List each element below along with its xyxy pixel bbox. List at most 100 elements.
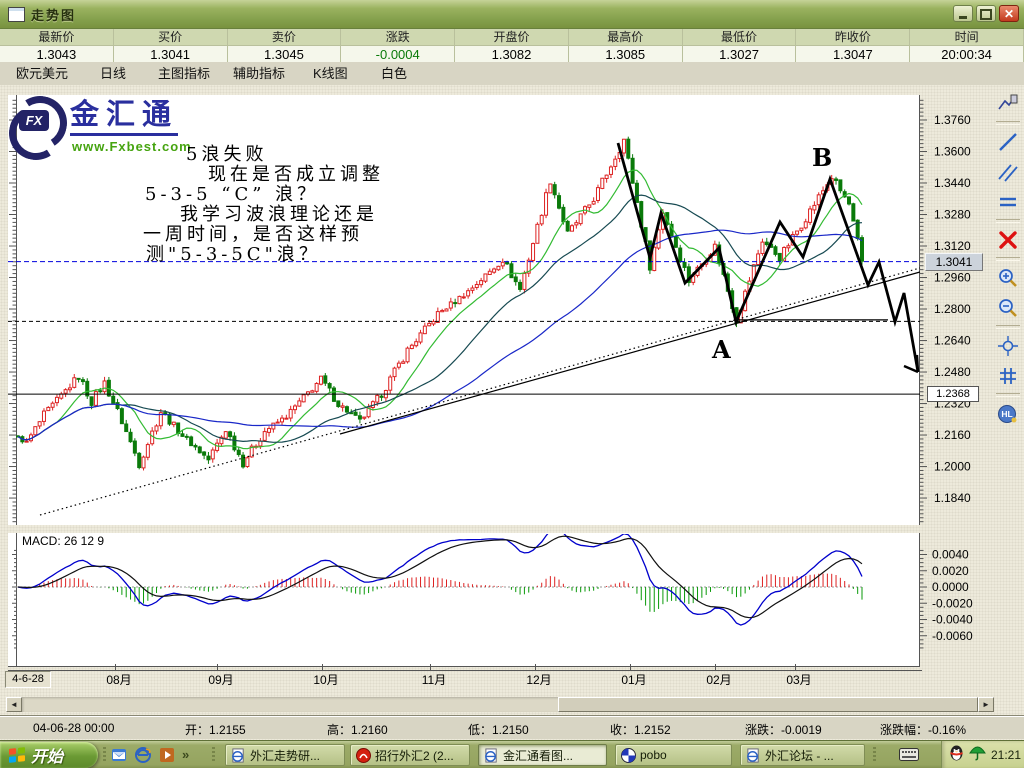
- desktop: { "window": { "title": "走势图" }, "quote_b…: [0, 0, 1024, 768]
- quick-launch-overflow-chevron[interactable]: »: [182, 747, 189, 762]
- svg-text:10月: 10月: [313, 673, 338, 687]
- menu-item-6[interactable]: 白色: [377, 62, 411, 84]
- svg-text:03月: 03月: [786, 673, 811, 687]
- system-tray: 21:21: [941, 741, 1024, 768]
- zoom-in-tool-icon[interactable]: [996, 266, 1020, 290]
- parallel-lines-tool-icon[interactable]: [996, 160, 1020, 184]
- taskbar-task-5[interactable]: 外汇论坛 - ...: [740, 744, 865, 766]
- quote-column-5: 开盘价1.3082: [455, 29, 569, 62]
- status-field-4: 低：1.2150: [468, 721, 529, 738]
- quote-label: 卖价: [228, 29, 341, 46]
- task-label: 外汇走势研...: [250, 747, 320, 764]
- media-player-icon[interactable]: [158, 746, 175, 763]
- antivirus-umbrella-tray-icon[interactable]: [969, 745, 986, 766]
- menu-item-3[interactable]: 主图指标: [154, 62, 214, 84]
- horizontal-lines-tool-icon[interactable]: [996, 190, 1020, 214]
- menu-item-4[interactable]: 辅助指标: [229, 62, 289, 84]
- svg-text:1.2640: 1.2640: [934, 334, 971, 348]
- wave-label-a[interactable]: A: [712, 335, 731, 364]
- taskbar: 开始 » 外汇走势研... 招行外汇2 (2... 金汇通看图... pobo 外汇论坛…: [0, 740, 1024, 768]
- start-button[interactable]: 开始: [0, 742, 98, 768]
- quote-column-6: 最高价1.3085: [569, 29, 683, 62]
- svg-text:1.2800: 1.2800: [934, 302, 971, 316]
- horizontal-scrollbar[interactable]: ◄ ►: [6, 697, 994, 712]
- svg-text:1.2960: 1.2960: [934, 271, 971, 285]
- zoom-out-tool-icon[interactable]: [996, 296, 1020, 320]
- menu-item-2[interactable]: 日线: [96, 62, 130, 84]
- svg-text:02月: 02月: [706, 673, 731, 687]
- segment-draw-tool-icon[interactable]: [996, 92, 1020, 116]
- scrollbar-thumb[interactable]: [558, 697, 978, 712]
- svg-text:1.1840: 1.1840: [934, 491, 971, 505]
- status-field-2: 开：1.2155: [185, 721, 246, 738]
- status-field-3: 高：1.2160: [327, 721, 388, 738]
- close-button[interactable]: ✕: [999, 5, 1019, 22]
- quote-label: 昨收价: [796, 29, 909, 46]
- quote-value: -0.0004: [341, 46, 454, 63]
- svg-text:09月: 09月: [208, 673, 233, 687]
- wave-label-b[interactable]: B: [812, 143, 832, 172]
- quote-column-3: 卖价1.3045: [228, 29, 342, 62]
- drawing-toolbar: HL: [994, 89, 1022, 429]
- trendline-tool-icon[interactable]: [996, 130, 1020, 154]
- quote-label: 时间: [910, 29, 1023, 46]
- crosshair-tool-icon[interactable]: [996, 334, 1020, 358]
- task-label: 招行外汇2 (2...: [375, 747, 454, 764]
- ie-page-icon: [484, 748, 499, 763]
- taskbar-task-1[interactable]: 外汇走势研...: [225, 744, 345, 766]
- taskbar-task-4[interactable]: pobo: [615, 744, 732, 766]
- messenger-tray-icon[interactable]: [949, 745, 964, 766]
- svg-text:1.3120: 1.3120: [934, 239, 971, 253]
- menu-item-5[interactable]: K线图: [309, 62, 352, 84]
- svg-text:HL: HL: [1001, 409, 1012, 419]
- y-axis-labels: 1.37601.36001.34401.32801.31201.29601.28…: [932, 113, 973, 643]
- restore-button[interactable]: [976, 5, 996, 22]
- toolbar-separator: [996, 393, 1020, 397]
- macd-indicator-label: MACD: 26 12 9: [22, 534, 104, 548]
- status-field-5: 收：1.2152: [610, 721, 671, 738]
- quote-value: 1.3085: [569, 46, 682, 63]
- taskbar-grip: [103, 747, 106, 763]
- menu-item-1[interactable]: 欧元美元: [12, 62, 72, 84]
- delete-drawing-tool-icon[interactable]: [996, 228, 1020, 252]
- wave-note-annotation[interactable]: 5浪失败现在是否成立调整5-3-5 “C” 浪？我学习波浪理论还是一周时间，是否…: [143, 145, 473, 265]
- status-bar: 04-06-28 00:00 开：1.2155 高：1.2160 低：1.2150 收：…: [0, 716, 1024, 739]
- chart-window-content: 1.37601.36001.34401.32801.31201.29601.28…: [0, 85, 1024, 740]
- ie-page-icon: [746, 748, 761, 763]
- task-label: 金汇通看图...: [503, 747, 573, 764]
- quote-column-9: 时间20:00:34: [910, 29, 1024, 62]
- quote-label: 最新价: [0, 29, 113, 46]
- quote-column-2: 买价1.3041: [114, 29, 228, 62]
- grid-toggle-tool-icon[interactable]: [996, 364, 1020, 388]
- cmb-icon: [356, 748, 371, 763]
- quote-column-8: 昨收价1.3047: [796, 29, 910, 62]
- window-titlebar[interactable]: 走势图 ✕: [0, 0, 1024, 29]
- scroll-right-button[interactable]: ►: [978, 697, 994, 712]
- keyboard-layout-icon[interactable]: [899, 748, 919, 766]
- svg-text:-0.0020: -0.0020: [932, 596, 973, 610]
- window-icon: [8, 7, 25, 22]
- quote-value: 1.3041: [114, 46, 227, 63]
- annotation-line: 5-3-5 “C” 浪？: [143, 185, 473, 205]
- svg-text:1.3280: 1.3280: [934, 208, 971, 222]
- start-label: 开始: [31, 743, 63, 767]
- taskbar-task-2[interactable]: 招行外汇2 (2...: [350, 744, 470, 766]
- internet-explorer-icon[interactable]: [134, 746, 151, 763]
- quote-column-7: 最低价1.3027: [683, 29, 797, 62]
- quote-value: 1.3082: [455, 46, 568, 63]
- taskbar-task-3[interactable]: 金汇通看图...: [478, 744, 607, 766]
- toolbar-separator: [996, 257, 1020, 261]
- taskbar-clock[interactable]: 21:21: [991, 748, 1021, 762]
- minimize-button[interactable]: [953, 5, 973, 22]
- svg-text:11月: 11月: [422, 673, 446, 687]
- high-low-tool-icon[interactable]: HL: [996, 402, 1020, 426]
- scroll-left-button[interactable]: ◄: [6, 697, 22, 712]
- annotation-line: 我学习波浪理论还是: [143, 205, 473, 225]
- quote-value: 1.3027: [683, 46, 796, 63]
- status-field-1: 04-06-28 00:00: [33, 721, 114, 735]
- logo-name: 金汇通: [70, 100, 178, 136]
- outlook-express-icon[interactable]: [110, 746, 127, 763]
- quote-value: 1.3045: [228, 46, 341, 63]
- svg-text:-0.0060: -0.0060: [932, 629, 973, 643]
- ie-page-icon: [231, 748, 246, 763]
